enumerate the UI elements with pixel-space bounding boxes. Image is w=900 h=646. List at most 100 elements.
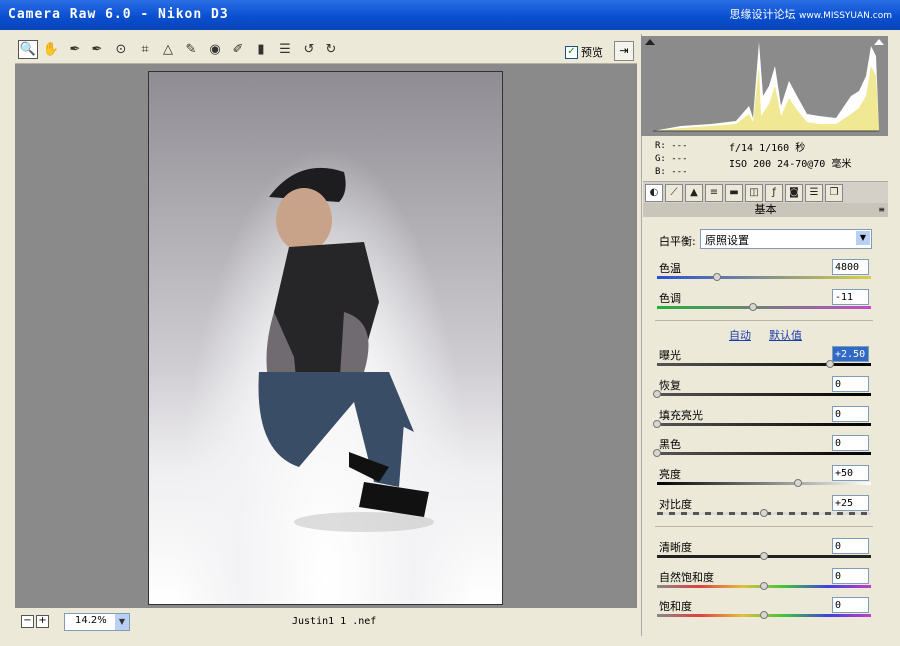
zoom-tool-icon[interactable]: 🔍 (18, 40, 38, 59)
slider-value-field[interactable]: +50 (832, 465, 869, 481)
auto-link[interactable]: 自动 (729, 327, 751, 343)
slider-value-field[interactable]: 0 (832, 597, 869, 613)
targeted-adjustment-tool-icon[interactable]: ⊙ (111, 40, 131, 59)
slider-label: 恢复 (659, 379, 681, 392)
straighten-tool-icon[interactable]: △ (158, 40, 178, 59)
slider-value-field[interactable]: +25 (832, 495, 869, 511)
default-link[interactable]: 默认值 (769, 327, 802, 343)
panel-menu-icon[interactable]: ≡ (878, 203, 885, 217)
slider-track[interactable] (657, 303, 871, 311)
histogram (641, 36, 888, 136)
zoom-select[interactable]: 14.2% ▼ (64, 613, 130, 631)
zoom-out-button[interactable]: − (21, 615, 34, 628)
photo-preview (148, 71, 503, 605)
slider-track[interactable] (657, 611, 871, 619)
exif-readout: f/14 1/160 秒 ISO 200 24-70@70 毫米 (729, 143, 852, 170)
section-header: 基本 ≡ (643, 203, 888, 217)
slider-label: 色调 (659, 292, 681, 305)
tab-detail-icon[interactable]: ▲ (685, 184, 703, 202)
rotate-cw-icon[interactable]: ↻ (321, 40, 341, 59)
slider-value-field[interactable]: 0 (832, 568, 869, 584)
slider-track[interactable] (657, 552, 871, 560)
slider-label: 自然饱和度 (659, 571, 714, 584)
graduated-filter-tool-icon[interactable]: ▮ (251, 40, 271, 59)
white-balance-select[interactable]: 原照设置 ▼ (700, 229, 872, 249)
divider (655, 526, 873, 527)
adjustment-brush-tool-icon[interactable]: ✐ (228, 40, 248, 59)
subject-silhouette (258, 167, 434, 532)
info-area: R: --- G: --- B: --- f/14 1/160 秒 ISO 200 2… (641, 137, 888, 177)
shadow-clip-warning-icon[interactable] (645, 39, 655, 45)
tab-split-toning-icon[interactable]: ▬ (725, 184, 743, 202)
slider-track[interactable] (657, 509, 871, 517)
highlight-clip-warning-icon[interactable] (874, 39, 884, 45)
slider-label: 色温 (659, 262, 681, 275)
tab-presets-icon[interactable]: ☰ (805, 184, 823, 202)
slider-label: 饱和度 (659, 600, 692, 613)
slider-track[interactable] (653, 420, 871, 428)
chevron-down-icon[interactable]: ▼ (856, 231, 870, 245)
slider-label: 黑色 (659, 438, 681, 451)
slider-track[interactable] (657, 360, 871, 368)
slider-label: 曝光 (659, 349, 681, 362)
rgb-readout: R: --- G: --- B: --- (655, 141, 688, 177)
zoom-value: 14.2% (75, 615, 107, 626)
slider-label: 填充亮光 (659, 409, 703, 422)
slider-track[interactable] (653, 449, 871, 457)
slider-track[interactable] (657, 582, 871, 590)
white-balance-value: 原照设置 (705, 234, 749, 247)
slider-label: 对比度 (659, 498, 692, 511)
preview-label: 预览 (581, 46, 603, 59)
color-sampler-tool-icon[interactable]: ✒ (87, 40, 107, 59)
watermark: 思缘设计论坛 www.MISSYUAN.com (729, 8, 892, 21)
tab-tone-curve-icon[interactable]: ⟋ (665, 184, 683, 202)
slider-thumb[interactable] (760, 611, 768, 619)
slider-thumb[interactable] (653, 420, 661, 428)
toolbar: 🔍 ✋ ✒ ✒ ⊙ ⌗ △ ✎ ◉ ✐ ▮ ☰ ↺ ↻ (15, 36, 637, 64)
hand-tool-icon[interactable]: ✋ (41, 40, 61, 59)
slider-track[interactable] (657, 479, 871, 487)
rotate-ccw-icon[interactable]: ↺ (299, 40, 319, 59)
window-title: Camera Raw 6.0 - Nikon D3 (8, 7, 229, 22)
divider (655, 320, 873, 321)
spot-removal-tool-icon[interactable]: ✎ (181, 40, 201, 59)
slider-value-field[interactable]: 0 (832, 435, 869, 451)
status-bar: − + 14.2% ▼ Justin1 1 .nef (15, 609, 637, 635)
slider-value-field[interactable]: 0 (832, 376, 869, 392)
tab-snapshots-icon[interactable]: ❐ (825, 184, 843, 202)
slider-value-field[interactable]: 4800 (832, 259, 869, 275)
panel-tabs: ◐ ⟋ ▲ ≡ ▬ ◫ ƒ ◙ ☰ ❐ (643, 181, 888, 204)
slider-value-field[interactable]: 0 (832, 406, 869, 422)
slider-thumb[interactable] (653, 449, 661, 457)
slider-track[interactable] (653, 390, 871, 398)
chevron-down-icon[interactable]: ▼ (115, 614, 129, 630)
fullscreen-button[interactable]: ⇥ (614, 41, 634, 61)
slider-value-field[interactable]: 0 (832, 538, 869, 554)
slider-thumb[interactable] (760, 509, 768, 517)
zoom-in-button[interactable]: + (36, 615, 49, 628)
preferences-icon[interactable]: ☰ (275, 40, 295, 59)
section-title: 基本 (754, 203, 777, 216)
slider-value-field[interactable]: +2.50 (832, 346, 869, 362)
slider-label: 亮度 (659, 468, 681, 481)
tab-effects-icon[interactable]: ƒ (765, 184, 783, 202)
tab-lens-icon[interactable]: ◫ (745, 184, 763, 202)
tab-camera-calibration-icon[interactable]: ◙ (785, 184, 803, 202)
tab-basic-icon[interactable]: ◐ (645, 184, 663, 202)
title-bar: Camera Raw 6.0 - Nikon D3 思缘设计论坛 www.MIS… (0, 0, 900, 30)
white-balance-label: 白平衡: (659, 235, 696, 248)
slider-thumb[interactable] (760, 582, 768, 590)
file-name: Justin1 1 .nef (292, 616, 377, 627)
tab-hsl-icon[interactable]: ≡ (705, 184, 723, 202)
preview-checkbox[interactable]: ✓ (565, 45, 578, 59)
slider-label: 清晰度 (659, 541, 692, 554)
red-eye-tool-icon[interactable]: ◉ (205, 40, 225, 59)
slider-thumb[interactable] (760, 552, 768, 560)
slider-track[interactable] (657, 273, 871, 281)
slider-thumb[interactable] (712, 273, 721, 281)
crop-tool-icon[interactable]: ⌗ (135, 40, 155, 59)
preview-toggle[interactable]: ✓ 预览 (565, 44, 603, 60)
white-balance-tool-icon[interactable]: ✒ (65, 40, 85, 59)
slider-value-field[interactable]: -11 (832, 289, 869, 305)
slider-thumb[interactable] (653, 390, 661, 398)
